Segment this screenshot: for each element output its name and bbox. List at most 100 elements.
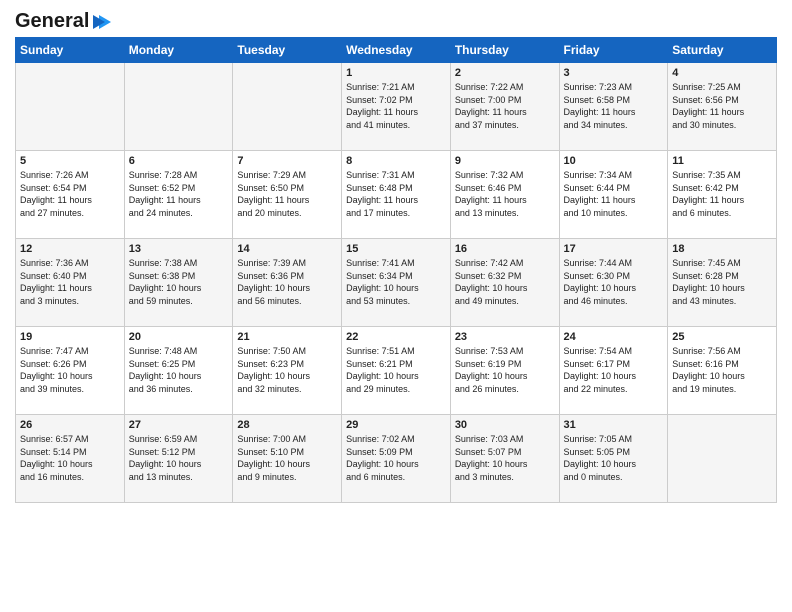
day-header-friday: Friday bbox=[559, 38, 668, 63]
cell-content-line: and 24 minutes. bbox=[129, 207, 229, 220]
day-cell-11: 11Sunrise: 7:35 AMSunset: 6:42 PMDayligh… bbox=[668, 151, 777, 239]
cell-content-line: Sunrise: 7:42 AM bbox=[455, 257, 555, 270]
day-number: 11 bbox=[672, 155, 772, 167]
cell-content-line: Sunrise: 7:51 AM bbox=[346, 345, 446, 358]
calendar-week-2: 12Sunrise: 7:36 AMSunset: 6:40 PMDayligh… bbox=[16, 239, 777, 327]
day-cell-29: 29Sunrise: 7:02 AMSunset: 5:09 PMDayligh… bbox=[342, 415, 451, 503]
cell-content-line: Sunrise: 7:25 AM bbox=[672, 81, 772, 94]
cell-content-line: Sunrise: 7:38 AM bbox=[129, 257, 229, 270]
cell-content-line: Sunrise: 7:50 AM bbox=[237, 345, 337, 358]
day-number: 8 bbox=[346, 155, 446, 167]
cell-content-line: Sunrise: 7:39 AM bbox=[237, 257, 337, 270]
cell-content-line: Sunset: 6:19 PM bbox=[455, 358, 555, 371]
cell-content-line: Sunrise: 7:35 AM bbox=[672, 169, 772, 182]
cell-content-line: Sunrise: 7:23 AM bbox=[564, 81, 664, 94]
empty-cell bbox=[124, 63, 233, 151]
header: General bbox=[15, 10, 777, 29]
cell-content-line: Sunset: 6:50 PM bbox=[237, 182, 337, 195]
cell-content-line: Sunset: 6:46 PM bbox=[455, 182, 555, 195]
day-cell-8: 8Sunrise: 7:31 AMSunset: 6:48 PMDaylight… bbox=[342, 151, 451, 239]
cell-content-line: and 6 minutes. bbox=[672, 207, 772, 220]
cell-content-line: Daylight: 11 hours bbox=[346, 106, 446, 119]
cell-content-line: Sunset: 6:26 PM bbox=[20, 358, 120, 371]
calendar-week-1: 5Sunrise: 7:26 AMSunset: 6:54 PMDaylight… bbox=[16, 151, 777, 239]
cell-content-line: and 49 minutes. bbox=[455, 295, 555, 308]
day-cell-28: 28Sunrise: 7:00 AMSunset: 5:10 PMDayligh… bbox=[233, 415, 342, 503]
cell-content-line: Sunrise: 7:31 AM bbox=[346, 169, 446, 182]
cell-content-line: Daylight: 10 hours bbox=[564, 282, 664, 295]
cell-content-line: Sunset: 6:40 PM bbox=[20, 270, 120, 283]
cell-content-line: and 13 minutes. bbox=[455, 207, 555, 220]
cell-content-line: and 27 minutes. bbox=[20, 207, 120, 220]
cell-content-line: and 29 minutes. bbox=[346, 383, 446, 396]
cell-content-line: Sunrise: 7:05 AM bbox=[564, 433, 664, 446]
day-number: 29 bbox=[346, 419, 446, 431]
cell-content-line: Sunset: 6:28 PM bbox=[672, 270, 772, 283]
cell-content-line: Sunset: 6:36 PM bbox=[237, 270, 337, 283]
cell-content-line: Sunset: 6:32 PM bbox=[455, 270, 555, 283]
day-header-monday: Monday bbox=[124, 38, 233, 63]
cell-content-line: Daylight: 11 hours bbox=[564, 194, 664, 207]
cell-content-line: Daylight: 10 hours bbox=[564, 458, 664, 471]
cell-content-line: Sunset: 5:05 PM bbox=[564, 446, 664, 459]
day-cell-27: 27Sunrise: 6:59 AMSunset: 5:12 PMDayligh… bbox=[124, 415, 233, 503]
day-header-tuesday: Tuesday bbox=[233, 38, 342, 63]
day-number: 17 bbox=[564, 243, 664, 255]
day-number: 24 bbox=[564, 331, 664, 343]
calendar: SundayMondayTuesdayWednesdayThursdayFrid… bbox=[15, 37, 777, 503]
cell-content-line: and 46 minutes. bbox=[564, 295, 664, 308]
day-number: 27 bbox=[129, 419, 229, 431]
cell-content-line: Sunrise: 7:21 AM bbox=[346, 81, 446, 94]
cell-content-line: Sunrise: 7:02 AM bbox=[346, 433, 446, 446]
cell-content-line: and 32 minutes. bbox=[237, 383, 337, 396]
day-cell-24: 24Sunrise: 7:54 AMSunset: 6:17 PMDayligh… bbox=[559, 327, 668, 415]
day-number: 10 bbox=[564, 155, 664, 167]
day-cell-15: 15Sunrise: 7:41 AMSunset: 6:34 PMDayligh… bbox=[342, 239, 451, 327]
day-cell-5: 5Sunrise: 7:26 AMSunset: 6:54 PMDaylight… bbox=[16, 151, 125, 239]
day-number: 4 bbox=[672, 67, 772, 79]
day-number: 20 bbox=[129, 331, 229, 343]
cell-content-line: and 59 minutes. bbox=[129, 295, 229, 308]
day-header-thursday: Thursday bbox=[450, 38, 559, 63]
cell-content-line: Sunset: 6:25 PM bbox=[129, 358, 229, 371]
day-number: 14 bbox=[237, 243, 337, 255]
cell-content-line: and 39 minutes. bbox=[20, 383, 120, 396]
cell-content-line: Sunset: 6:16 PM bbox=[672, 358, 772, 371]
cell-content-line: Daylight: 10 hours bbox=[20, 458, 120, 471]
cell-content-line: and 56 minutes. bbox=[237, 295, 337, 308]
cell-content-line: Sunset: 5:10 PM bbox=[237, 446, 337, 459]
cell-content-line: and 26 minutes. bbox=[455, 383, 555, 396]
cell-content-line: Daylight: 10 hours bbox=[129, 370, 229, 383]
day-cell-4: 4Sunrise: 7:25 AMSunset: 6:56 PMDaylight… bbox=[668, 63, 777, 151]
cell-content-line: Sunset: 6:23 PM bbox=[237, 358, 337, 371]
cell-content-line: Daylight: 11 hours bbox=[672, 106, 772, 119]
cell-content-line: Daylight: 10 hours bbox=[237, 458, 337, 471]
day-number: 6 bbox=[129, 155, 229, 167]
cell-content-line: and 9 minutes. bbox=[237, 471, 337, 484]
cell-content-line: Daylight: 11 hours bbox=[237, 194, 337, 207]
cell-content-line: Sunset: 5:12 PM bbox=[129, 446, 229, 459]
cell-content-line: Daylight: 11 hours bbox=[20, 194, 120, 207]
cell-content-line: Sunrise: 7:53 AM bbox=[455, 345, 555, 358]
day-cell-12: 12Sunrise: 7:36 AMSunset: 6:40 PMDayligh… bbox=[16, 239, 125, 327]
cell-content-line: Sunset: 6:38 PM bbox=[129, 270, 229, 283]
cell-content-line: Sunrise: 7:36 AM bbox=[20, 257, 120, 270]
day-number: 19 bbox=[20, 331, 120, 343]
cell-content-line: Daylight: 10 hours bbox=[455, 370, 555, 383]
cell-content-line: Daylight: 11 hours bbox=[455, 106, 555, 119]
day-cell-6: 6Sunrise: 7:28 AMSunset: 6:52 PMDaylight… bbox=[124, 151, 233, 239]
day-cell-18: 18Sunrise: 7:45 AMSunset: 6:28 PMDayligh… bbox=[668, 239, 777, 327]
day-cell-23: 23Sunrise: 7:53 AMSunset: 6:19 PMDayligh… bbox=[450, 327, 559, 415]
cell-content-line: and 22 minutes. bbox=[564, 383, 664, 396]
day-number: 21 bbox=[237, 331, 337, 343]
day-number: 28 bbox=[237, 419, 337, 431]
cell-content-line: Daylight: 10 hours bbox=[129, 282, 229, 295]
day-cell-10: 10Sunrise: 7:34 AMSunset: 6:44 PMDayligh… bbox=[559, 151, 668, 239]
empty-cell bbox=[16, 63, 125, 151]
day-cell-7: 7Sunrise: 7:29 AMSunset: 6:50 PMDaylight… bbox=[233, 151, 342, 239]
cell-content-line: Daylight: 10 hours bbox=[346, 458, 446, 471]
day-number: 13 bbox=[129, 243, 229, 255]
cell-content-line: Daylight: 11 hours bbox=[455, 194, 555, 207]
day-cell-14: 14Sunrise: 7:39 AMSunset: 6:36 PMDayligh… bbox=[233, 239, 342, 327]
day-cell-1: 1Sunrise: 7:21 AMSunset: 7:02 PMDaylight… bbox=[342, 63, 451, 151]
